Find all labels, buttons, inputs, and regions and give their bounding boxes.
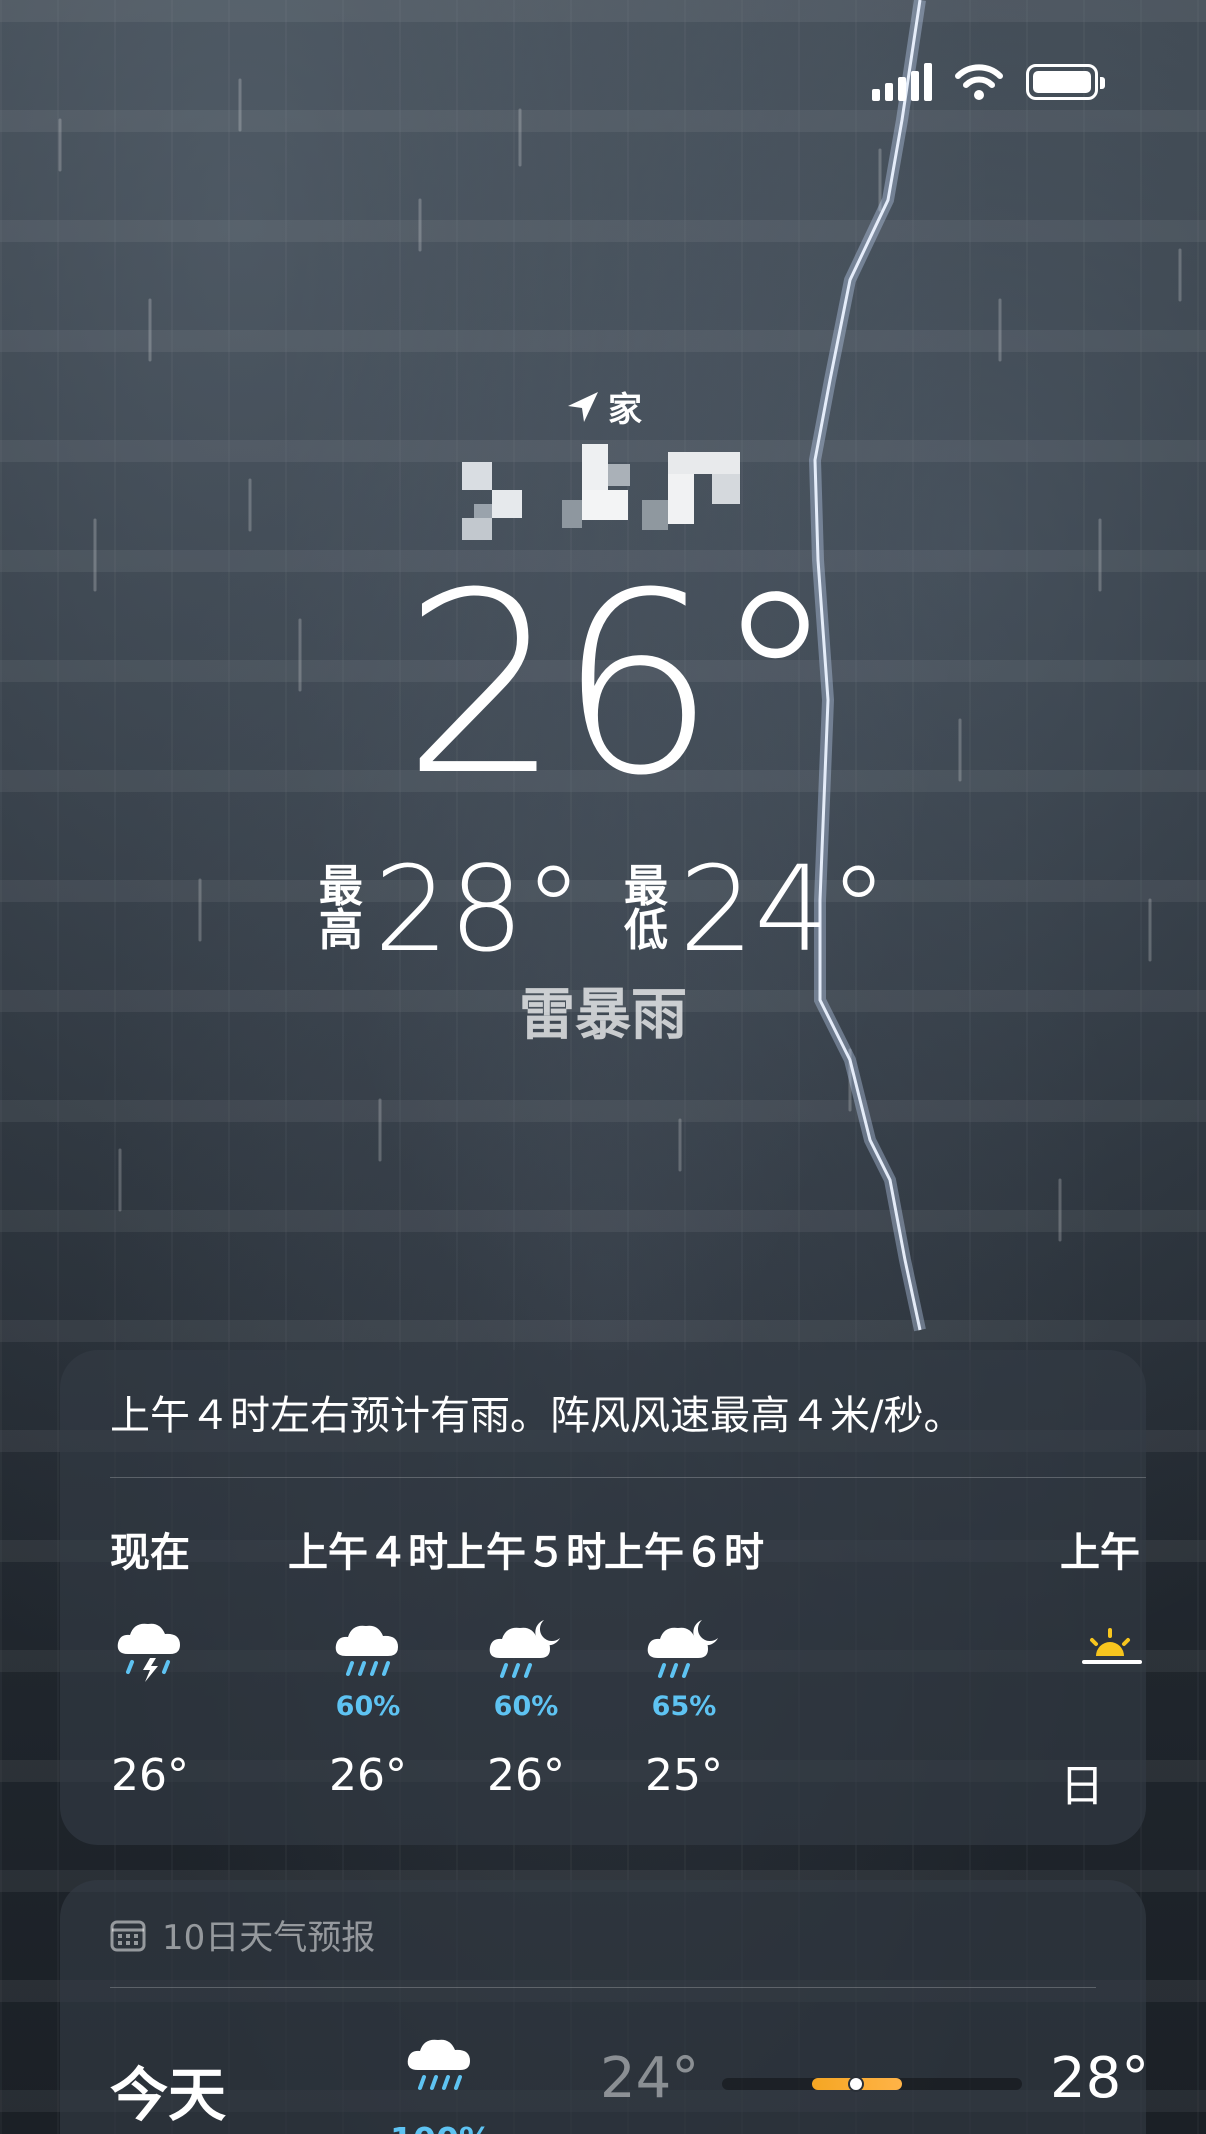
hour-temp: 26° bbox=[111, 1750, 189, 1801]
precip-chance bbox=[1060, 1690, 1146, 1724]
hour-column: 上午 日 bbox=[1060, 1520, 1146, 1814]
location-row[interactable]: 家 bbox=[0, 382, 1206, 431]
cloud-rain-icon bbox=[407, 2039, 470, 2090]
low-label: 最低 bbox=[624, 861, 668, 956]
ten-day-title: 10日天气预报 bbox=[162, 1918, 376, 1958]
calendar-icon bbox=[110, 1920, 146, 1951]
hour-column: 上午６时 65% 25° bbox=[594, 1520, 774, 1801]
precip-chance: 65% bbox=[651, 1691, 717, 1722]
location-label: 家 bbox=[608, 390, 642, 430]
hour-label: 现在 bbox=[110, 1530, 190, 1576]
high-temp-group: 最高 28° bbox=[318, 850, 583, 968]
precip-chance bbox=[60, 1690, 240, 1724]
temperature-range-bar bbox=[722, 2076, 1022, 2092]
divider bbox=[110, 1477, 1146, 1478]
forecast-summary: 上午４时左右预计有雨。阵风风速最高４米/秒。 bbox=[110, 1393, 964, 1439]
cellular-signal-icon bbox=[872, 63, 932, 101]
cloud-moon-rain-icon bbox=[489, 1620, 560, 1678]
city-name-redacted bbox=[462, 444, 740, 540]
battery-icon bbox=[1026, 64, 1105, 100]
cloud-moon-rain-icon bbox=[647, 1620, 718, 1678]
precip-chance: 60% bbox=[493, 1691, 559, 1722]
day-row-today[interactable]: 今天 100% 24° 28° bbox=[110, 2030, 1146, 2134]
hour-label: 上午 bbox=[1060, 1530, 1140, 1576]
hour-column: 上午５时 60% 26° bbox=[436, 1520, 616, 1801]
ten-day-forecast-card[interactable]: 10日天气预报 今天 100% 24° 28° bbox=[60, 1880, 1146, 2134]
hourly-forecast-card[interactable]: 上午４时左右预计有雨。阵风风速最高４米/秒。 现在 26° 上午４时 60% 2… bbox=[60, 1350, 1146, 1845]
low-temp: 24° bbox=[679, 840, 889, 978]
precip-chance: 60% bbox=[335, 1691, 401, 1722]
current-temp-marker bbox=[848, 2076, 864, 2092]
day-high-temp: 28° bbox=[1050, 2046, 1146, 2111]
divider bbox=[110, 1987, 1096, 1988]
day-name: 今天 bbox=[110, 2061, 227, 2129]
hour-temp: 26° bbox=[487, 1750, 565, 1801]
hour-label: 上午６时 bbox=[604, 1530, 764, 1576]
hour-temp: 26° bbox=[329, 1750, 407, 1801]
day-low-temp: 24° bbox=[600, 2046, 700, 2111]
weather-condition: 雷暴雨 bbox=[519, 983, 687, 1048]
high-temp: 28° bbox=[373, 840, 583, 978]
hour-column: 上午４时 60% 26° bbox=[278, 1520, 458, 1801]
hour-label: 上午５时 bbox=[446, 1530, 606, 1576]
hour-column: 现在 26° bbox=[60, 1520, 240, 1801]
ten-day-header: 10日天气预报 bbox=[110, 1910, 375, 1959]
thunderstorm-icon bbox=[117, 1623, 180, 1682]
status-bar bbox=[872, 62, 1105, 102]
high-label: 最高 bbox=[318, 861, 363, 956]
sunrise-icon bbox=[1082, 1628, 1142, 1664]
low-temp-group: 最低 24° bbox=[623, 850, 888, 968]
cloud-rain-icon bbox=[335, 1625, 398, 1676]
location-arrow-icon bbox=[568, 391, 598, 422]
high-low-row: 最高 28° 最低 24° bbox=[0, 850, 1206, 968]
hour-temp: 25° bbox=[645, 1750, 723, 1801]
hour-label: 上午４时 bbox=[288, 1530, 448, 1576]
hour-temp: 日 bbox=[1060, 1761, 1104, 1812]
precip-chance: 100% bbox=[376, 2120, 506, 2134]
current-temperature: 26° bbox=[402, 539, 837, 830]
wifi-icon bbox=[955, 64, 1003, 100]
